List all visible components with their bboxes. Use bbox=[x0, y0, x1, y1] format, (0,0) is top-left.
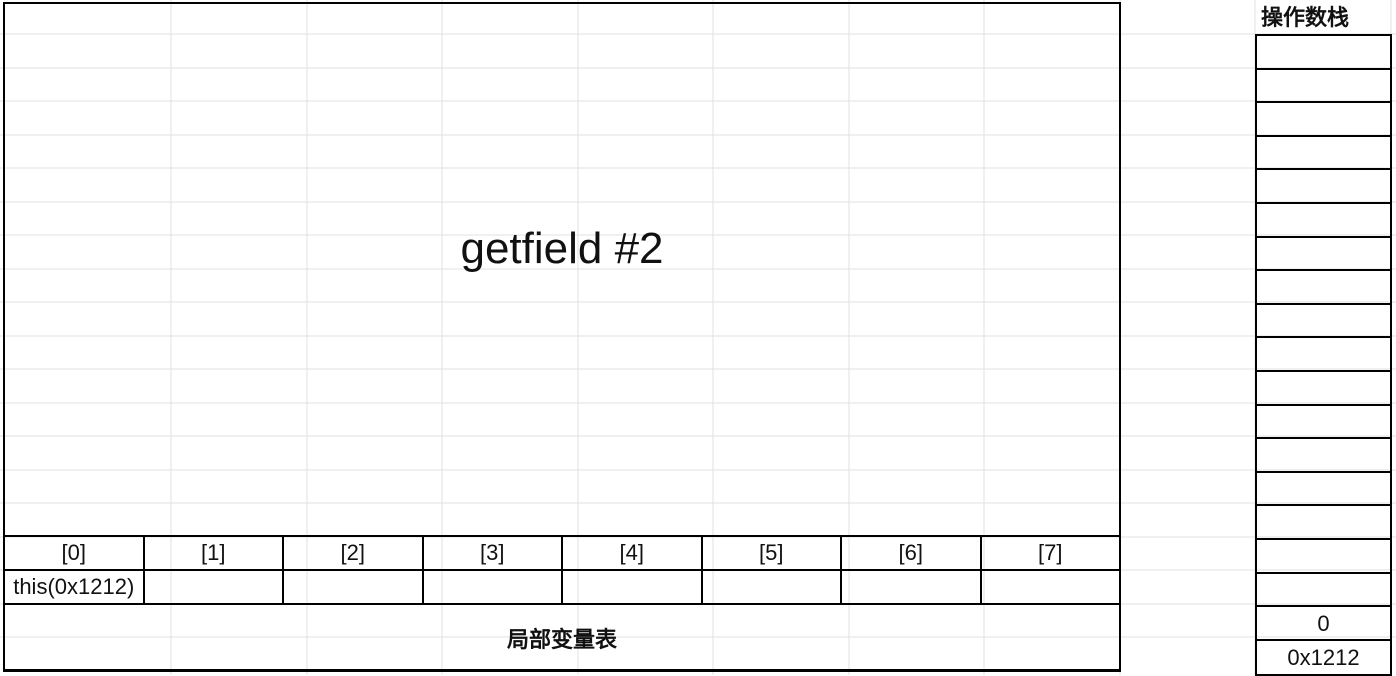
operand-stack-slot bbox=[1257, 238, 1390, 272]
operand-stack-slot bbox=[1257, 204, 1390, 238]
bytecode-instruction: getfield #2 bbox=[460, 224, 664, 273]
local-variable-slot bbox=[840, 569, 982, 605]
local-variable-slot: this(0x1212) bbox=[3, 569, 145, 605]
local-variable-caption-row: 局部变量表 bbox=[3, 603, 1121, 672]
local-variable-index: [4] bbox=[561, 535, 703, 571]
local-variable-table: [0] [1] [2] [3] [4] [5] [6] [7] this(0x1… bbox=[3, 535, 1121, 672]
operand-stack-slot bbox=[1257, 473, 1390, 507]
operand-stack-slot bbox=[1257, 137, 1390, 171]
operand-stack-slot bbox=[1257, 305, 1390, 339]
operand-stack-slot bbox=[1257, 574, 1390, 608]
local-variable-slot bbox=[142, 569, 284, 605]
local-variable-index: [7] bbox=[979, 535, 1121, 571]
local-variable-slot bbox=[421, 569, 563, 605]
local-variable-index: [6] bbox=[840, 535, 982, 571]
operand-stack-title: 操作数栈 bbox=[1261, 6, 1350, 31]
local-variable-index: [0] bbox=[3, 535, 145, 571]
local-variable-index: [3] bbox=[421, 535, 563, 571]
local-variable-index: [2] bbox=[282, 535, 424, 571]
operand-stack-slot bbox=[1257, 372, 1390, 406]
operand-stack-slot bbox=[1257, 70, 1390, 104]
operand-stack-slot bbox=[1257, 338, 1390, 372]
operand-stack-slot bbox=[1257, 36, 1390, 70]
operand-stack-slot bbox=[1257, 103, 1390, 137]
local-variable-slot bbox=[700, 569, 842, 605]
operand-stack-slot: 0x1212 bbox=[1287, 644, 1360, 670]
local-variable-index: [1] bbox=[142, 535, 284, 571]
operand-stack-slot bbox=[1257, 540, 1390, 574]
operand-stack: 操作数栈 0 0x1212 bbox=[1255, 0, 1392, 676]
operand-stack-slot bbox=[1257, 506, 1390, 540]
operand-stack-slot: 0 bbox=[1257, 607, 1390, 641]
operand-stack-slot bbox=[1257, 170, 1390, 204]
operand-stack-slot bbox=[1257, 271, 1390, 305]
operand-stack-cells: 0 0x1212 bbox=[1255, 34, 1392, 676]
local-variable-slot bbox=[979, 569, 1121, 605]
local-variable-value-row: this(0x1212) bbox=[3, 569, 1121, 605]
local-variable-slot bbox=[561, 569, 703, 605]
local-variable-index-row: [0] [1] [2] [3] [4] [5] [6] [7] bbox=[3, 535, 1121, 571]
local-variable-index: [5] bbox=[700, 535, 842, 571]
local-variable-slot bbox=[282, 569, 424, 605]
operand-stack-slot bbox=[1257, 406, 1390, 440]
local-variable-table-caption: 局部变量表 bbox=[3, 603, 1121, 672]
operand-stack-slot bbox=[1257, 439, 1390, 473]
